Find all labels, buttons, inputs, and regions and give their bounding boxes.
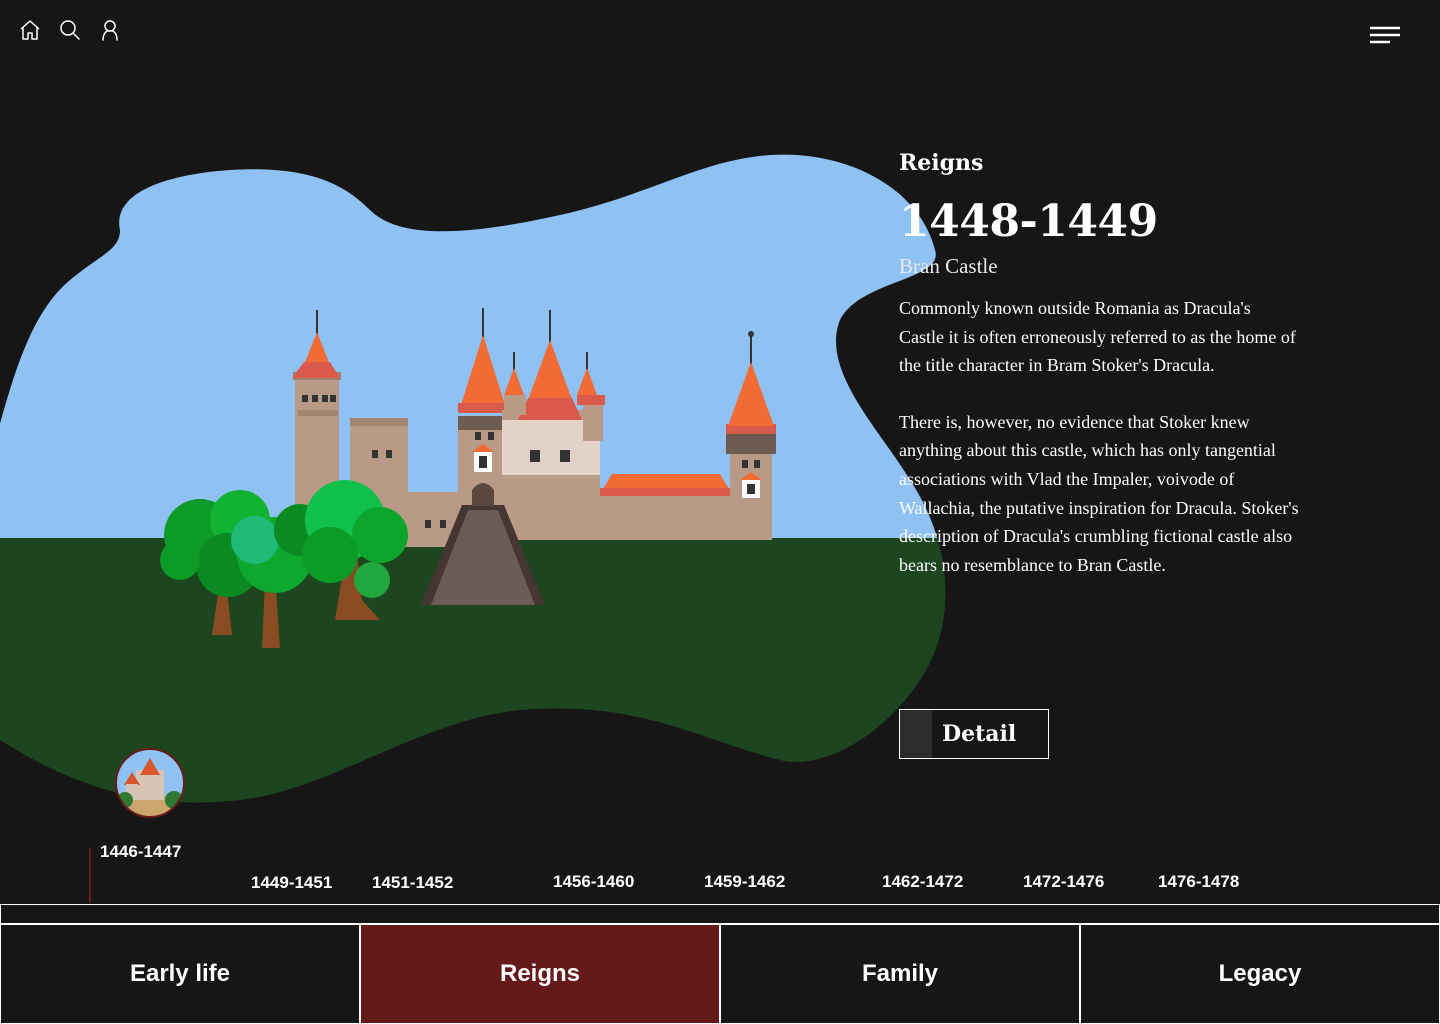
timeline-current-marker[interactable] bbox=[115, 748, 185, 818]
place-subtitle: Bran Castle bbox=[899, 254, 998, 278]
timeline-item-1472-1476[interactable]: 1472-1476 bbox=[1023, 872, 1104, 892]
tab-legacy[interactable]: Legacy bbox=[1080, 924, 1440, 1024]
home-icon[interactable] bbox=[18, 18, 42, 42]
search-icon[interactable] bbox=[58, 18, 82, 42]
section-heading: Reigns bbox=[899, 150, 984, 176]
timeline-item-1451-1452[interactable]: 1451-1452 bbox=[372, 873, 453, 893]
user-icon[interactable] bbox=[98, 18, 122, 42]
tab-reigns[interactable]: Reigns bbox=[360, 924, 720, 1024]
timeline-item-1456-1460[interactable]: 1456-1460 bbox=[553, 872, 634, 892]
timeline-item-1459-1462[interactable]: 1459-1462 bbox=[704, 872, 785, 892]
timeline-item-1449-1451[interactable]: 1449-1451 bbox=[251, 873, 332, 893]
timeline-item-1446-1447[interactable]: 1446-1447 bbox=[100, 842, 181, 862]
timeline-indicator-line bbox=[89, 848, 91, 903]
top-navigation bbox=[18, 18, 122, 42]
reign-info-panel: Reigns 1448-1449 Bran Castle Commonly kn… bbox=[899, 148, 1299, 579]
description-paragraph-2: There is, however, no evidence that Stok… bbox=[899, 411, 1299, 575]
section-tabs: Early life Reigns Family Legacy bbox=[0, 924, 1440, 1024]
detail-button[interactable]: Detail bbox=[899, 709, 1049, 759]
scene-blob bbox=[0, 154, 946, 803]
timeline-item-1476-1478[interactable]: 1476-1478 bbox=[1158, 872, 1239, 892]
detail-button-label: Detail bbox=[942, 721, 1017, 747]
tab-family[interactable]: Family bbox=[720, 924, 1080, 1024]
timeline-scrollbar[interactable] bbox=[0, 904, 1440, 924]
hamburger-menu-icon[interactable] bbox=[1368, 24, 1402, 48]
tab-early-life[interactable]: Early life bbox=[0, 924, 360, 1024]
timeline-item-1462-1472[interactable]: 1462-1472 bbox=[882, 872, 963, 892]
reign-years-title: 1448-1449 bbox=[899, 196, 1158, 247]
detail-button-swatch bbox=[900, 710, 932, 758]
description-paragraph-1: Commonly known outside Romania as Dracul… bbox=[899, 298, 1296, 376]
